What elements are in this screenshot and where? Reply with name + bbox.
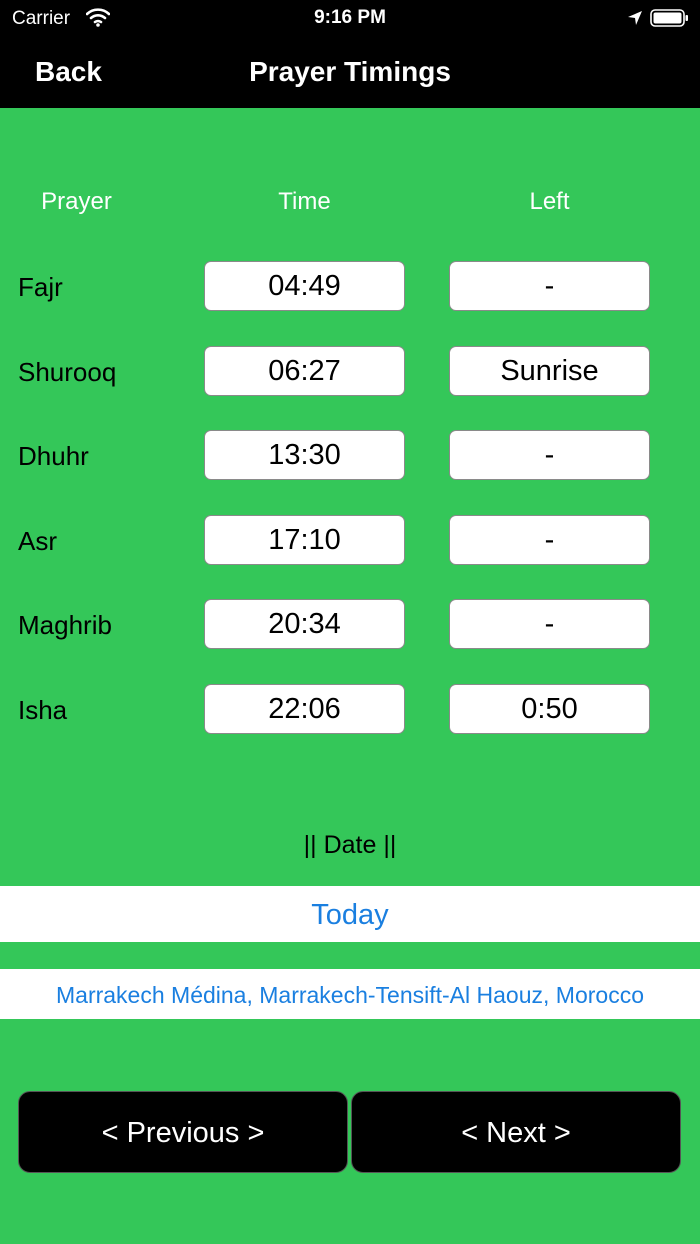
prayer-row-shurooq: Shurooq 06:27 Sunrise [0, 346, 700, 396]
header-prayer: Prayer [41, 188, 112, 215]
today-button[interactable]: Today [0, 886, 700, 942]
prayer-time-field[interactable]: 06:27 [204, 346, 405, 396]
prayer-name: Dhuhr [18, 441, 89, 471]
prayer-name: Fajr [18, 272, 63, 302]
time-left-field[interactable]: - [449, 599, 650, 649]
time-left-field[interactable]: - [449, 515, 650, 565]
navigation-bar: Back Prayer Timings [0, 36, 700, 108]
prayer-time-field[interactable]: 20:34 [204, 599, 405, 649]
prayer-row-asr: Asr 17:10 - [0, 515, 700, 565]
prayer-row-isha: Isha 22:06 0:50 [0, 684, 700, 734]
time-left-field[interactable]: 0:50 [449, 684, 650, 734]
previous-button[interactable]: < Previous > [18, 1091, 348, 1173]
prayer-row-dhuhr: Dhuhr 13:30 - [0, 430, 700, 480]
time-left-field[interactable]: - [449, 430, 650, 480]
location-arrow-icon [628, 11, 642, 25]
status-bar: Carrier 9:16 PM [0, 0, 700, 36]
next-button[interactable]: < Next > [351, 1091, 681, 1173]
prayer-time-field[interactable]: 13:30 [204, 430, 405, 480]
prayer-name: Isha [18, 695, 68, 725]
header-left: Left [529, 188, 570, 215]
header-time: Time [278, 188, 331, 215]
prayer-name: Shurooq [18, 357, 117, 387]
back-button[interactable]: Back [35, 56, 102, 88]
time-left-field[interactable]: - [449, 261, 650, 311]
time-left-field[interactable]: Sunrise [449, 346, 650, 396]
clock-time: 9:16 PM [314, 7, 386, 28]
battery-icon [650, 9, 688, 27]
date-label: || Date || [303, 831, 397, 859]
prayer-row-maghrib: Maghrib 20:34 - [0, 599, 700, 649]
prayer-name: Asr [18, 526, 57, 556]
prayer-name: Maghrib [18, 610, 112, 640]
prayer-time-field[interactable]: 22:06 [204, 684, 405, 734]
prayer-time-field[interactable]: 17:10 [204, 515, 405, 565]
prayer-time-field[interactable]: 04:49 [204, 261, 405, 311]
location-button[interactable]: Marrakech Médina, Marrakech-Tensift-Al H… [0, 969, 700, 1019]
page-title: Prayer Timings [249, 56, 451, 87]
prayer-row-fajr: Fajr 04:49 - [0, 261, 700, 311]
